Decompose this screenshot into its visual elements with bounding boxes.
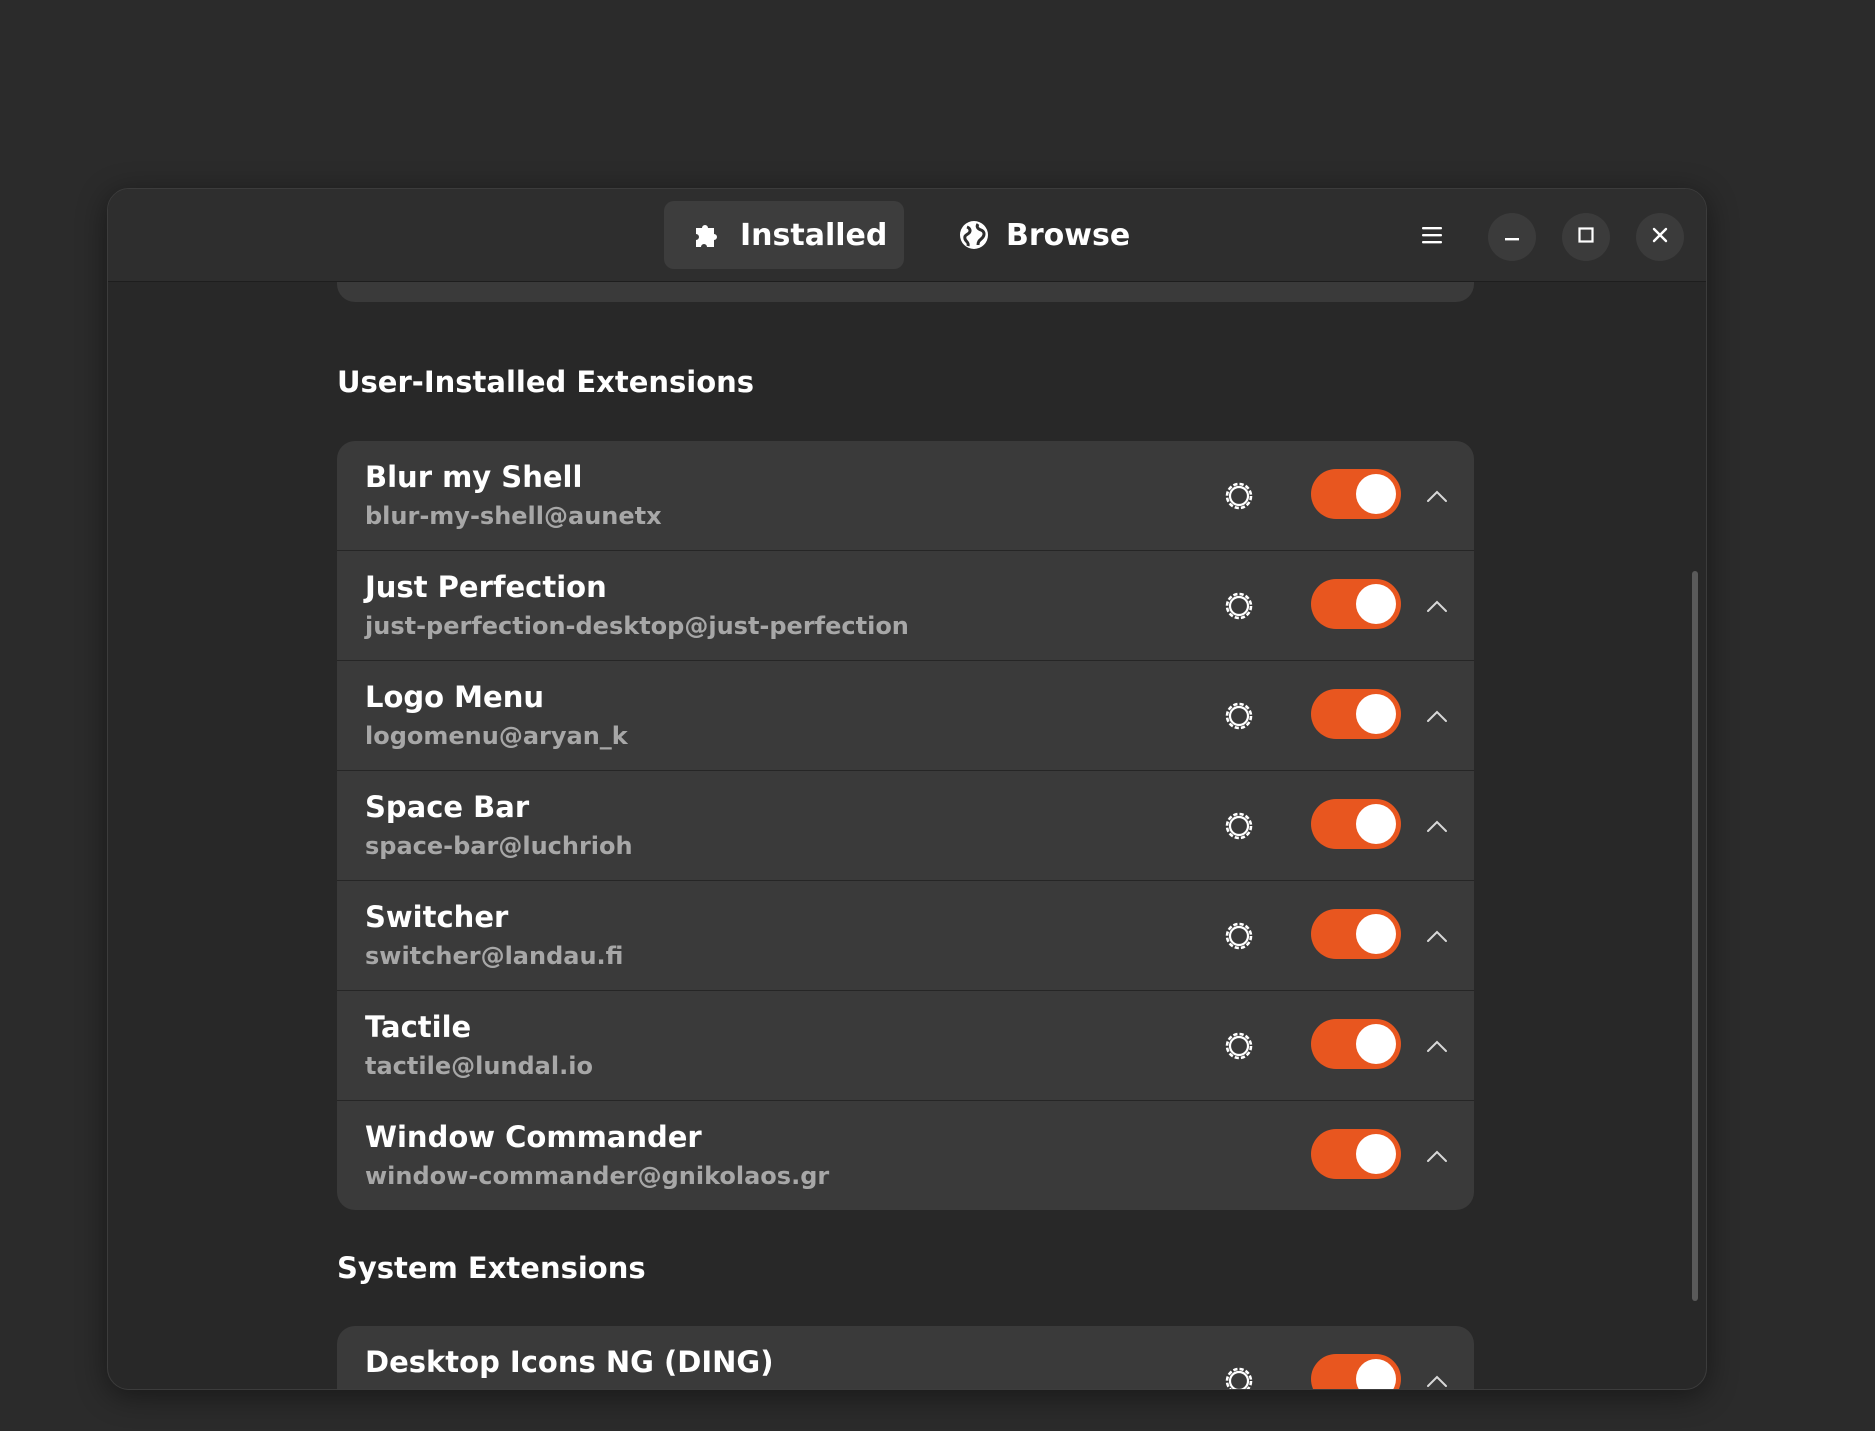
switch-knob [1356, 1024, 1396, 1064]
extension-id: ding@rastersoft.com [365, 1387, 648, 1389]
extension-manager-window: Installed Browse User-Installed Extensio… [107, 188, 1707, 1390]
scrolled-card-edge [337, 281, 1474, 302]
extensions-scroll-area[interactable]: User-Installed Extensions Blur my Shell … [108, 281, 1706, 1389]
chevron-up-icon [1426, 1039, 1448, 1053]
gear-icon [1222, 1029, 1256, 1063]
extension-name: Just Perfection [365, 570, 607, 604]
extension-id: tactile@lundal.io [365, 1052, 593, 1080]
extension-name: Desktop Icons NG (DING) [365, 1345, 774, 1379]
extension-enable-switch[interactable] [1311, 689, 1401, 739]
extension-id: blur-my-shell@aunetx [365, 502, 662, 530]
extension-enable-switch[interactable] [1311, 1129, 1401, 1179]
extension-name: Space Bar [365, 790, 530, 824]
switch-knob [1356, 694, 1396, 734]
chevron-up-icon [1426, 929, 1448, 943]
main-menu-button[interactable] [1408, 213, 1456, 261]
chevron-up-icon [1426, 599, 1448, 613]
extension-row[interactable]: Tactile tactile@lundal.io [337, 991, 1474, 1101]
chevron-up-icon [1426, 819, 1448, 833]
expand-row-button[interactable] [1415, 804, 1459, 848]
gear-icon [1222, 699, 1256, 733]
gear-icon [1222, 919, 1256, 953]
extension-id: logomenu@aryan_k [365, 722, 628, 750]
extension-settings-button[interactable] [1217, 1024, 1261, 1068]
extension-settings-button[interactable] [1217, 694, 1261, 738]
vertical-scrollbar[interactable] [1692, 571, 1698, 1301]
extension-id: switcher@landau.fi [365, 942, 624, 970]
maximize-button[interactable] [1562, 213, 1610, 261]
extension-name: Switcher [365, 900, 509, 934]
tab-installed-label: Installed [740, 217, 888, 253]
extension-enable-switch[interactable] [1311, 1354, 1401, 1389]
extension-name: Blur my Shell [365, 460, 583, 494]
extension-row[interactable]: Just Perfection just-perfection-desktop@… [337, 551, 1474, 661]
extension-name: Logo Menu [365, 680, 544, 714]
switch-knob [1356, 804, 1396, 844]
expand-row-button[interactable] [1415, 694, 1459, 738]
chevron-up-icon [1426, 1374, 1448, 1388]
extension-enable-switch[interactable] [1311, 1019, 1401, 1069]
extension-settings-button[interactable] [1217, 914, 1261, 958]
user-extensions-list: Blur my Shell blur-my-shell@aunetx Just … [337, 441, 1474, 1210]
extension-id: window-commander@gnikolaos.gr [365, 1162, 830, 1190]
extension-id: space-bar@luchrioh [365, 832, 633, 860]
extension-enable-switch[interactable] [1311, 579, 1401, 629]
switch-knob [1356, 474, 1396, 514]
extension-settings-button[interactable] [1217, 1359, 1261, 1389]
extension-name: Tactile [365, 1010, 472, 1044]
gear-icon [1222, 589, 1256, 623]
globe-icon [958, 219, 990, 251]
gear-icon [1222, 809, 1256, 843]
section-heading-user: User-Installed Extensions [337, 365, 755, 399]
expand-row-button[interactable] [1415, 1359, 1459, 1389]
expand-row-button[interactable] [1415, 1134, 1459, 1178]
expand-row-button[interactable] [1415, 584, 1459, 628]
extension-row[interactable]: Space Bar space-bar@luchrioh [337, 771, 1474, 881]
tab-installed[interactable]: Installed [664, 201, 904, 269]
switch-knob [1356, 1134, 1396, 1174]
puzzle-piece-icon [692, 219, 724, 251]
extension-settings-button[interactable] [1217, 474, 1261, 518]
extension-enable-switch[interactable] [1311, 469, 1401, 519]
extension-row[interactable]: Window Commander window-commander@gnikol… [337, 1101, 1474, 1210]
extension-settings-button[interactable] [1217, 804, 1261, 848]
extension-enable-switch[interactable] [1311, 909, 1401, 959]
gear-icon [1222, 1364, 1256, 1389]
extension-row[interactable]: Blur my Shell blur-my-shell@aunetx [337, 441, 1474, 551]
switch-knob [1356, 914, 1396, 954]
extension-row[interactable]: Desktop Icons NG (DING) ding@rastersoft.… [337, 1326, 1474, 1389]
gear-icon [1222, 479, 1256, 513]
extension-row[interactable]: Switcher switcher@landau.fi [337, 881, 1474, 991]
extension-id: just-perfection-desktop@just-perfection [365, 612, 909, 640]
minimize-icon [1503, 226, 1521, 248]
close-icon [1651, 226, 1669, 248]
extension-row[interactable]: Logo Menu logomenu@aryan_k [337, 661, 1474, 771]
maximize-icon [1577, 226, 1595, 248]
hamburger-menu-icon [1420, 225, 1444, 249]
close-button[interactable] [1636, 213, 1684, 261]
extension-settings-button[interactable] [1217, 584, 1261, 628]
chevron-up-icon [1426, 489, 1448, 503]
expand-row-button[interactable] [1415, 914, 1459, 958]
tab-browse[interactable]: Browse [930, 201, 1130, 269]
switch-knob [1356, 584, 1396, 624]
switch-knob [1356, 1359, 1396, 1389]
expand-row-button[interactable] [1415, 1024, 1459, 1068]
extension-name: Window Commander [365, 1120, 702, 1154]
expand-row-button[interactable] [1415, 474, 1459, 518]
header-bar: Installed Browse [108, 189, 1706, 282]
minimize-button[interactable] [1488, 213, 1536, 261]
chevron-up-icon [1426, 1149, 1448, 1163]
tab-browse-label: Browse [1006, 217, 1131, 253]
system-extensions-list: Desktop Icons NG (DING) ding@rastersoft.… [337, 1326, 1474, 1389]
section-heading-system: System Extensions [337, 1251, 646, 1285]
extension-enable-switch[interactable] [1311, 799, 1401, 849]
chevron-up-icon [1426, 709, 1448, 723]
